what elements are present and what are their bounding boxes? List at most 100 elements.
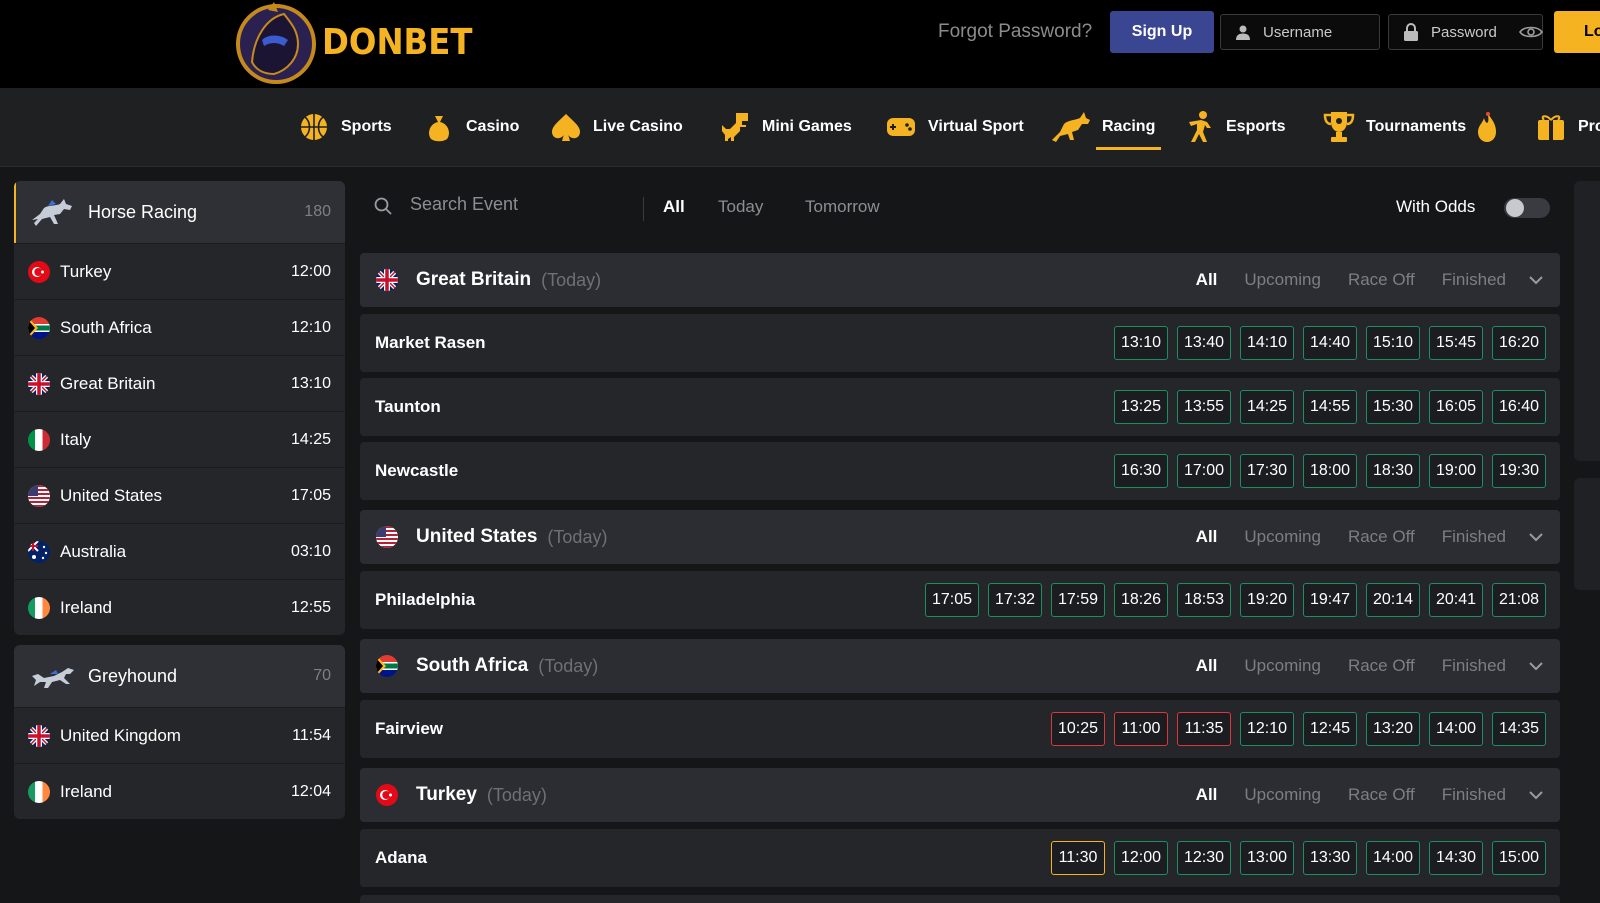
race-time-button[interactable]: 16:40 xyxy=(1492,390,1546,424)
race-time-button[interactable]: 16:20 xyxy=(1492,326,1546,360)
race-time-button[interactable]: 17:59 xyxy=(1051,583,1105,617)
race-time-button[interactable]: 13:00 xyxy=(1240,841,1294,875)
with-odds-toggle[interactable] xyxy=(1504,198,1550,218)
username-input[interactable] xyxy=(1261,22,1365,42)
race-time-button[interactable]: 14:25 xyxy=(1240,390,1294,424)
nav-racing[interactable]: Racing xyxy=(1050,88,1162,166)
race-time-button[interactable]: 21:08 xyxy=(1492,583,1546,617)
sidebar-item-italy[interactable]: Italy 14:25 xyxy=(14,411,345,467)
filter-tab-all[interactable]: All xyxy=(663,197,685,217)
race-time-button[interactable]: 15:30 xyxy=(1366,390,1420,424)
race-time-button[interactable]: 16:30 xyxy=(1114,454,1168,488)
status-tab-upcoming[interactable]: Upcoming xyxy=(1244,656,1321,676)
status-tab-upcoming[interactable]: Upcoming xyxy=(1244,527,1321,547)
race-time-button[interactable]: 15:00 xyxy=(1492,841,1546,875)
forgot-password-link[interactable]: Forgot Password? xyxy=(938,20,1092,44)
race-time-button[interactable]: 19:20 xyxy=(1240,583,1294,617)
nav-esports[interactable]: Esports xyxy=(1182,88,1286,166)
race-time-button[interactable]: 13:30 xyxy=(1303,841,1357,875)
race-time-button[interactable]: 18:00 xyxy=(1303,454,1357,488)
race-time-button[interactable]: 14:10 xyxy=(1240,326,1294,360)
status-tab-finished[interactable]: Finished xyxy=(1442,656,1506,676)
status-tab-finished[interactable]: Finished xyxy=(1442,270,1506,290)
race-time-button[interactable]: 13:40 xyxy=(1177,326,1231,360)
sidebar-item-ireland[interactable]: Ireland 12:55 xyxy=(14,579,345,635)
race-time-button[interactable]: 12:10 xyxy=(1240,712,1294,746)
sidebar-item-united-states[interactable]: United States 17:05 xyxy=(14,467,345,523)
status-tab-race-off[interactable]: Race Off xyxy=(1348,270,1415,290)
race-time-button[interactable]: 19:00 xyxy=(1429,454,1483,488)
race-time-button[interactable]: 18:53 xyxy=(1177,583,1231,617)
sign-up-button[interactable]: Sign Up xyxy=(1110,11,1214,53)
race-time-button[interactable]: 14:30 xyxy=(1429,841,1483,875)
section-header-united-states[interactable]: United States (Today) All Upcoming Race … xyxy=(360,510,1560,564)
race-time-button[interactable]: 13:55 xyxy=(1177,390,1231,424)
logo[interactable]: DONBET xyxy=(232,0,489,84)
race-time-button[interactable]: 12:30 xyxy=(1177,841,1231,875)
race-time-button[interactable]: 19:30 xyxy=(1492,454,1546,488)
race-time-button[interactable]: 18:30 xyxy=(1366,454,1420,488)
status-tab-race-off[interactable]: Race Off xyxy=(1348,785,1415,805)
race-time-button[interactable]: 12:45 xyxy=(1303,712,1357,746)
nav-tournaments[interactable]: Tournaments xyxy=(1322,88,1498,166)
chevron-down-icon[interactable] xyxy=(1528,658,1544,674)
sidebar-item-great-britain[interactable]: Great Britain 13:10 xyxy=(14,355,345,411)
race-time-button[interactable]: 14:00 xyxy=(1429,712,1483,746)
race-time-button[interactable]: 14:00 xyxy=(1366,841,1420,875)
status-tab-all[interactable]: All xyxy=(1196,527,1218,547)
section-header-south-africa[interactable]: South Africa (Today) All Upcoming Race O… xyxy=(360,639,1560,693)
race-time-button[interactable]: 18:26 xyxy=(1114,583,1168,617)
race-time-button[interactable]: 17:05 xyxy=(925,583,979,617)
race-time-button[interactable]: 15:10 xyxy=(1366,326,1420,360)
search-event-input[interactable] xyxy=(408,193,632,216)
race-time-button[interactable]: 12:00 xyxy=(1114,841,1168,875)
race-time-button[interactable]: 16:05 xyxy=(1429,390,1483,424)
status-tab-all[interactable]: All xyxy=(1196,656,1218,676)
sidebar-item-turkey[interactable]: Turkey 12:00 xyxy=(14,243,345,299)
nav-casino[interactable]: Casino xyxy=(422,88,519,166)
chevron-down-icon[interactable] xyxy=(1528,272,1544,288)
chevron-down-icon[interactable] xyxy=(1528,529,1544,545)
password-field[interactable] xyxy=(1388,14,1543,50)
race-time-button[interactable]: 13:25 xyxy=(1114,390,1168,424)
nav-mini-games[interactable]: Mini Games xyxy=(718,88,852,166)
sidebar-item-ireland-greyhound[interactable]: Ireland 12:04 xyxy=(14,763,345,819)
race-time-button[interactable]: 17:00 xyxy=(1177,454,1231,488)
status-tab-all[interactable]: All xyxy=(1196,270,1218,290)
race-time-button[interactable]: 11:00 xyxy=(1114,712,1168,746)
sidebar-item-australia[interactable]: Australia 03:10 xyxy=(14,523,345,579)
race-time-button[interactable]: 13:20 xyxy=(1366,712,1420,746)
sidebar-item-south-africa[interactable]: South Africa 12:10 xyxy=(14,299,345,355)
status-tab-upcoming[interactable]: Upcoming xyxy=(1244,270,1321,290)
race-time-button[interactable]: 17:32 xyxy=(988,583,1042,617)
sidebar-header-horse-racing[interactable]: Horse Racing 180 xyxy=(14,181,345,243)
race-time-button[interactable]: 10:25 xyxy=(1051,712,1105,746)
filter-tab-today[interactable]: Today xyxy=(718,197,763,217)
status-tab-race-off[interactable]: Race Off xyxy=(1348,656,1415,676)
chevron-down-icon[interactable] xyxy=(1528,787,1544,803)
nav-promotions[interactable]: Pro xyxy=(1534,88,1600,166)
race-time-button[interactable]: 11:35 xyxy=(1177,712,1231,746)
filter-tab-tomorrow[interactable]: Tomorrow xyxy=(805,197,880,217)
section-header-great-britain[interactable]: Great Britain (Today) All Upcoming Race … xyxy=(360,253,1560,307)
status-tab-finished[interactable]: Finished xyxy=(1442,527,1506,547)
race-time-button[interactable]: 19:47 xyxy=(1303,583,1357,617)
sidebar-header-greyhound[interactable]: Greyhound 70 xyxy=(14,645,345,707)
race-time-button[interactable]: 14:35 xyxy=(1492,712,1546,746)
sidebar-item-united-kingdom[interactable]: United Kingdom 11:54 xyxy=(14,707,345,763)
nav-sports[interactable]: Sports xyxy=(297,88,392,166)
race-time-button[interactable]: 14:40 xyxy=(1303,326,1357,360)
race-time-button[interactable]: 15:45 xyxy=(1429,326,1483,360)
username-field[interactable] xyxy=(1220,14,1380,50)
password-input[interactable] xyxy=(1429,22,1515,42)
status-tab-upcoming[interactable]: Upcoming xyxy=(1244,785,1321,805)
show-password-eye-icon[interactable] xyxy=(1519,24,1543,40)
race-time-button[interactable]: 11:30 xyxy=(1051,841,1105,875)
status-tab-race-off[interactable]: Race Off xyxy=(1348,527,1415,547)
race-time-button[interactable]: 20:14 xyxy=(1366,583,1420,617)
nav-virtual-sport[interactable]: Virtual Sport xyxy=(884,88,1024,166)
login-button[interactable]: Lo xyxy=(1554,11,1600,53)
nav-live-casino[interactable]: Live Casino xyxy=(549,88,683,166)
status-tab-all[interactable]: All xyxy=(1196,785,1218,805)
status-tab-finished[interactable]: Finished xyxy=(1442,785,1506,805)
